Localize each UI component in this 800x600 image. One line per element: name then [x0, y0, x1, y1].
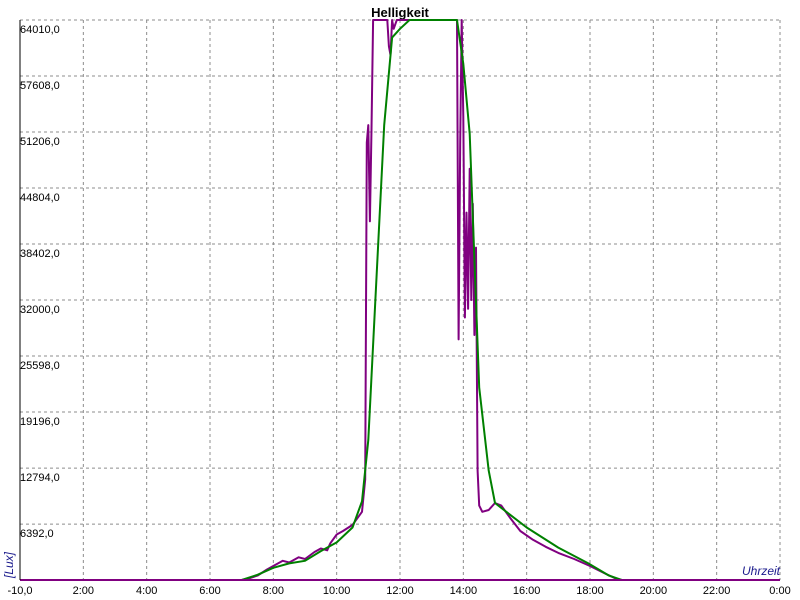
y-tick-label: 32000,0	[20, 304, 60, 316]
y-tick-label: 25598,0	[20, 360, 60, 372]
x-tick-label: 10:00	[323, 585, 351, 597]
y-tick-label: 19196,0	[20, 416, 60, 428]
x-tick-label: 18:00	[576, 585, 604, 597]
grid	[20, 19, 781, 580]
y-axis-label: [Lux]	[2, 551, 16, 579]
y-tick-label: 38402,0	[20, 248, 60, 260]
x-tick-label: -10,0	[7, 585, 32, 597]
x-tick-label: 6:00	[199, 585, 220, 597]
x-tick-label: 16:00	[513, 585, 541, 597]
x-tick-label: 0:00	[769, 585, 790, 597]
x-tick-label: 2:00	[73, 585, 94, 597]
y-tick-label: 12794,0	[20, 472, 60, 484]
line-chart: Helligkeit 6392,0 12794,0 19196,0 25598,0 32…	[2, 5, 791, 597]
y-tick-label: 44804,0	[20, 192, 60, 204]
x-tick-label: 22:00	[703, 585, 731, 597]
x-tick-label: 14:00	[450, 585, 478, 597]
y-tick-label: 64010,0	[20, 24, 60, 36]
chart-title: Helligkeit	[371, 5, 429, 20]
x-tick-label: 4:00	[136, 585, 157, 597]
x-tick-labels: -10,0 2:00 4:00 6:00 8:00 10:00 12:00 14:00 16:0…	[7, 585, 790, 597]
y-tick-label: 6392,0	[20, 528, 54, 540]
x-tick-label: 8:00	[263, 585, 284, 597]
y-tick-label: 57608,0	[20, 80, 60, 92]
x-tick-label: 20:00	[640, 585, 668, 597]
y-tick-label: 51206,0	[20, 136, 60, 148]
x-axis-label: Uhrzeit	[742, 564, 781, 578]
y-tick-labels: 6392,0 12794,0 19196,0 25598,0 32000,0 38402,…	[20, 24, 60, 540]
x-tick-label: 12:00	[386, 585, 414, 597]
